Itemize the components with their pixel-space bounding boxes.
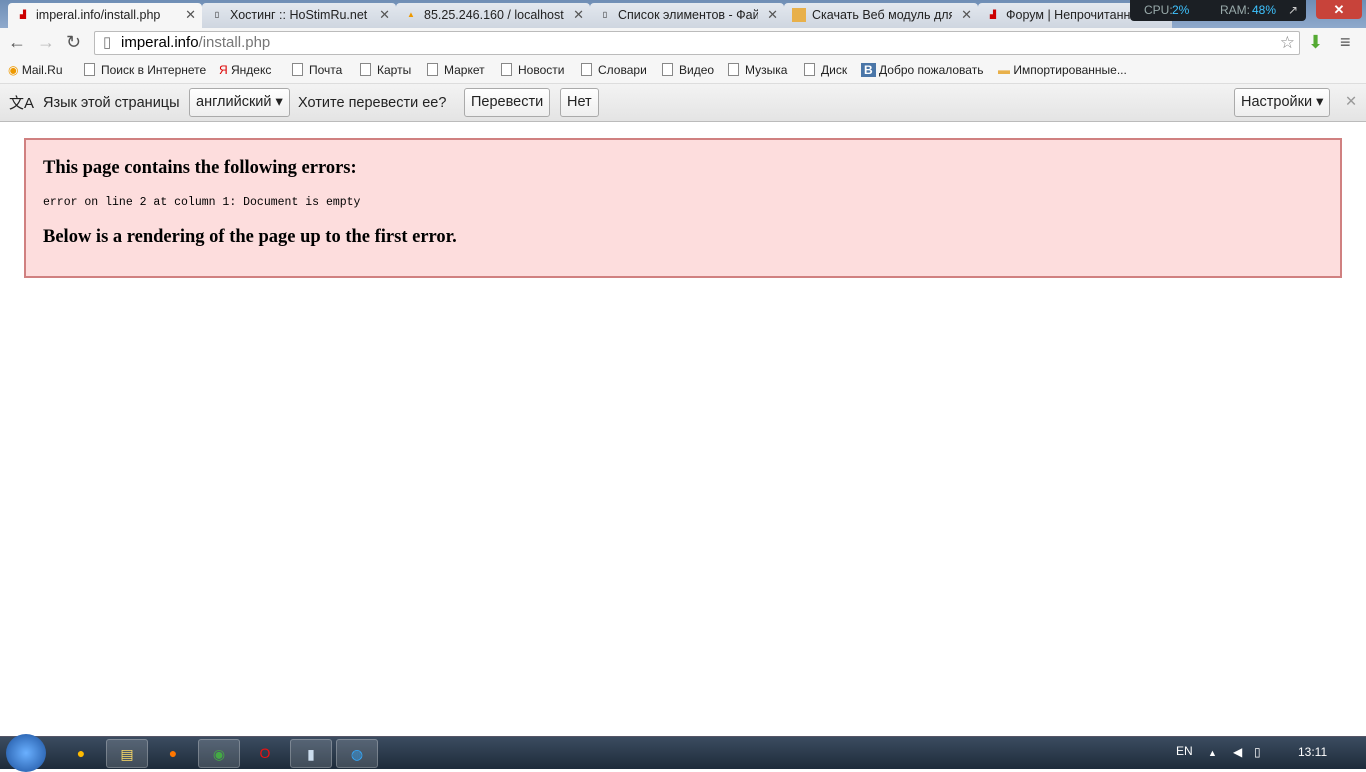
settings-button[interactable]: Настройки ▾: [1234, 88, 1331, 117]
folder-icon: ▬: [998, 63, 1010, 77]
bookmark-mail[interactable]: Почта: [292, 63, 342, 77]
tab-download[interactable]: Скачать Веб модуль для ✕: [784, 3, 978, 28]
bookmark-news[interactable]: Новости: [501, 63, 564, 77]
page-icon: ▯: [103, 34, 112, 51]
cms-icon: ▟: [19, 10, 27, 19]
window-close-button[interactable]: ✕: [1316, 0, 1362, 19]
page-icon: [804, 63, 815, 76]
star-icon[interactable]: ☆: [1280, 32, 1295, 54]
close-tab-icon[interactable]: ✕: [961, 3, 972, 27]
error-message: error on line 2 at column 1: Document is…: [43, 196, 361, 209]
opera-icon[interactable]: O: [244, 739, 286, 768]
translate-icon: 文A: [9, 95, 35, 112]
bookmark-dictionaries[interactable]: Словари: [581, 63, 647, 77]
volume-icon[interactable]: ◀: [1233, 745, 1242, 759]
menu-icon[interactable]: ≡: [1340, 32, 1351, 53]
close-tab-icon[interactable]: ✕: [573, 3, 584, 27]
toolbar: ← → ↻ ▯ imperal.info/install.php ☆ ⬇ ≡: [0, 28, 1366, 58]
firefox-icon[interactable]: ●: [152, 739, 194, 768]
address-bar[interactable]: ▯ imperal.info/install.php ☆: [94, 31, 1300, 55]
tab-phpmyadmin[interactable]: ▲ 85.25.246.160 / localhost / ✕: [396, 3, 590, 28]
bookmarks-bar: ◉ Mail.Ru Поиск в Интернете Я Яндекс Поч…: [0, 58, 1366, 84]
page-icon: [581, 63, 592, 76]
language-indicator[interactable]: EN: [1176, 744, 1193, 758]
bookmark-maps[interactable]: Карты: [360, 63, 411, 77]
translate-bar: 文A Язык этой страницы английский ▾ Хотит…: [0, 84, 1366, 122]
bookmark-search[interactable]: Поиск в Интернете: [84, 63, 206, 77]
bookmark-video[interactable]: Видео: [662, 63, 714, 77]
phpmyadmin-icon: ▲: [407, 10, 415, 19]
folder-icon: [792, 8, 806, 22]
reload-button[interactable]: ↻: [66, 32, 81, 53]
page-icon: [360, 63, 371, 76]
bookmark-vk[interactable]: B Добро пожаловать: [861, 63, 983, 77]
page-icon: ▯: [602, 10, 608, 19]
language-select[interactable]: английский ▾: [189, 88, 290, 117]
tab-imperal[interactable]: ▟ imperal.info/install.php ✕: [8, 3, 202, 28]
back-button[interactable]: ←: [8, 32, 26, 53]
no-button[interactable]: Нет: [560, 88, 599, 117]
taskbar: ● ▤ ● ◉ O ▮ ◍ EN ▲ ◀ ▯ 13:11: [0, 734, 1366, 772]
tab-strip: ▟ imperal.info/install.php ✕ ▯ Хостинг :: H…: [0, 0, 1366, 28]
error-heading: This page contains the following errors:: [43, 158, 357, 178]
notepad-icon[interactable]: ▮: [290, 739, 332, 768]
bookmark-market[interactable]: Маркет: [427, 63, 485, 77]
expand-icon[interactable]: ↗: [1288, 0, 1298, 21]
bookmark-yandex[interactable]: Я Яндекс: [219, 63, 271, 77]
app-icon[interactable]: ◍: [336, 739, 378, 768]
system-monitor: CPU: 2% RAM: 48% ↗: [1130, 0, 1306, 21]
error-box: This page contains the following errors:…: [24, 138, 1342, 278]
close-tab-icon[interactable]: ✕: [379, 3, 390, 27]
page-icon: [427, 63, 438, 76]
tab-elements[interactable]: ▯ Список элиментов - Фай ✕: [590, 3, 784, 28]
close-tab-icon[interactable]: ✕: [767, 3, 778, 27]
close-icon[interactable]: ✕: [1345, 94, 1357, 110]
download-icon[interactable]: ⬇: [1308, 32, 1323, 53]
explorer-icon[interactable]: ▤: [106, 739, 148, 768]
bookmark-disk[interactable]: Диск: [804, 63, 847, 77]
page-icon: ▯: [214, 10, 220, 19]
bookmark-imported[interactable]: ▬ Импортированные...: [998, 63, 1127, 77]
clock[interactable]: 13:11: [1298, 745, 1327, 759]
cms-icon: ▟: [989, 10, 997, 19]
error-footer: Below is a rendering of the page up to t…: [43, 227, 457, 247]
page-icon: [662, 63, 673, 76]
page-icon: [728, 63, 739, 76]
page-icon: [84, 63, 95, 76]
start-button[interactable]: [6, 734, 46, 772]
tray-expand-icon[interactable]: ▲: [1208, 748, 1217, 758]
forward-button[interactable]: →: [37, 32, 55, 53]
bookmark-music[interactable]: Музыка: [728, 63, 787, 77]
translate-button[interactable]: Перевести: [464, 88, 551, 117]
bookmark-mailru[interactable]: ◉ Mail.Ru: [8, 63, 63, 77]
tab-hostim[interactable]: ▯ Хостинг :: HoStimRu.net ✕: [202, 3, 396, 28]
page-icon: [501, 63, 512, 76]
power-icon[interactable]: ▯: [1254, 745, 1261, 759]
close-tab-icon[interactable]: ✕: [185, 3, 196, 27]
aimp-icon[interactable]: ●: [60, 739, 102, 768]
page-content: This page contains the following errors:…: [0, 122, 1366, 736]
page-icon: [292, 63, 303, 76]
chrome-icon[interactable]: ◉: [198, 739, 240, 768]
